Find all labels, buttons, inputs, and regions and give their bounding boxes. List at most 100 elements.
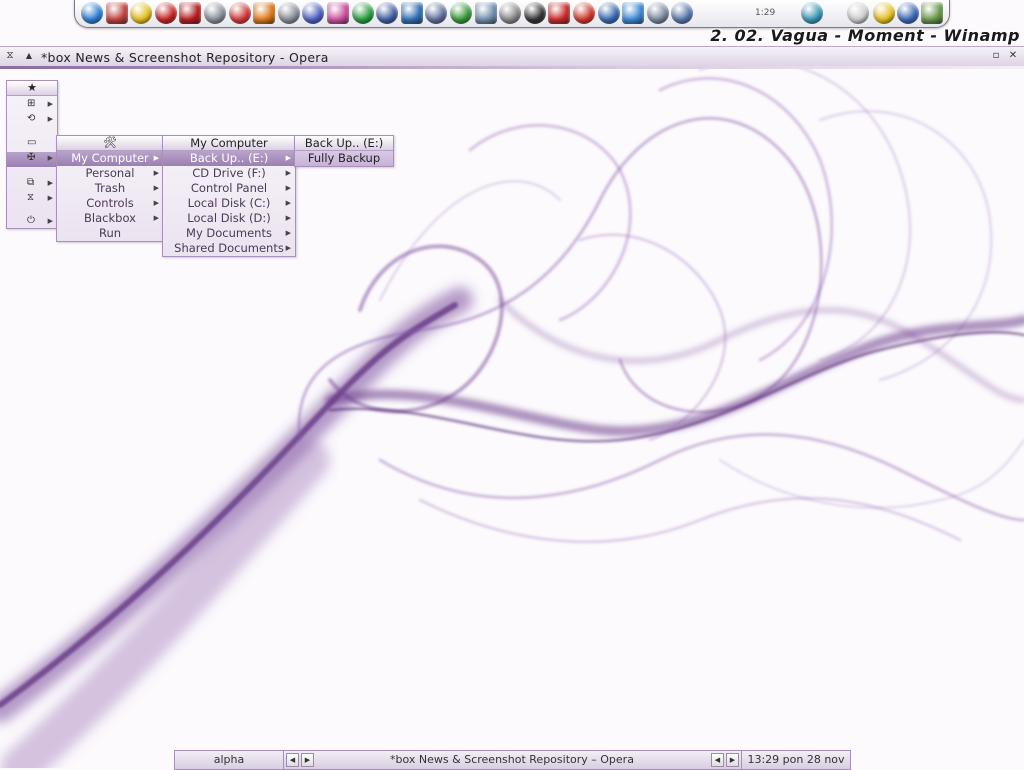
menu-item-label: My Documents [186,226,272,240]
globe-icon[interactable] [597,2,620,24]
tools-menu-icon: ✠ [27,152,36,163]
calendar-icon[interactable] [105,2,128,24]
shape-icon[interactable] [228,2,251,24]
submenu-arrow-icon: ▶ [285,154,291,162]
shade-button[interactable]: ▲ [22,49,36,63]
submenu-arrow-icon: ▶ [285,244,291,252]
maximize-button[interactable]: ▫ [989,49,1003,63]
submenu-arrow-icon: ▶ [47,194,53,202]
menu-item-label: CD Drive (F:) [192,166,266,180]
menu-computer-item[interactable]: Back Up.. (E:) ▶ [163,151,295,166]
windows-icon: ⧉ [27,177,35,188]
menu-tools-item[interactable]: Blackbox ▶ [57,211,163,226]
record-icon[interactable] [179,2,202,24]
next-window-button[interactable]: ▶ [726,753,739,767]
root-menu-item[interactable]: ✠ ▶ [7,152,57,167]
globe2-icon[interactable] [897,2,919,24]
menu-tools-item[interactable]: Run [57,226,163,241]
root-menu-item[interactable]: ⏻ ▶ [7,215,57,230]
antivirus-icon[interactable] [573,2,595,24]
menu-item-label: Shared Documents [174,241,284,255]
monitor-icon[interactable] [376,2,399,24]
disc-icon[interactable] [523,2,546,24]
winamp-now-playing[interactable]: 2. 02. Vagua - Moment - Winamp [710,27,1020,45]
network-icon[interactable] [671,2,694,24]
shield-icon[interactable] [548,2,571,24]
opera-icon[interactable] [81,2,103,24]
menu-item-label: Local Disk (C:) [187,196,271,210]
menu-computer-item[interactable]: Control Panel ▶ [163,181,295,196]
my-computer-menu-title: My Computer [163,136,295,151]
submenu-arrow-icon: ▶ [153,154,159,162]
menu-computer-item[interactable]: Shared Documents ▶ [163,241,295,256]
notes-icon[interactable] [302,2,325,24]
pen-icon[interactable] [277,2,300,24]
submenu-arrow-icon: ▶ [153,169,159,177]
root-menu-item[interactable]: ⧖ ▶ [7,192,57,207]
menu-item-label: Control Panel [190,181,268,195]
menu-computer-item[interactable]: Local Disk (D:) ▶ [163,211,295,226]
backup-menu-title: Back Up.. (E:) [295,136,393,151]
menu-item-label: Local Disk (D:) [187,211,271,225]
taskbar-clock: 13:29 pon 28 nov [747,753,845,766]
grid-icon: ⊞ [27,98,36,109]
power-icon: ⏻ [27,215,35,226]
menu-backup-item[interactable]: Fully Backup [295,151,393,166]
hourglass-icon: ⧖ [27,192,35,203]
palette-icon[interactable] [327,2,349,24]
submenu-arrow-icon: ▶ [153,184,159,192]
app-dock: 1:29 [74,0,950,28]
workspace-label[interactable]: alpha [175,751,283,769]
menu-computer-item[interactable]: My Documents ▶ [163,226,295,241]
submenu-arrow-icon: ▶ [285,199,291,207]
menu-item-label: Personal [85,166,135,180]
lightning2-icon[interactable] [873,2,895,24]
root-menu-item[interactable]: ▭ [7,137,57,152]
tools-icon[interactable] [204,2,226,24]
root-menu-item[interactable]: ⟲ ▶ [7,113,57,128]
window-title: *box News & Screenshot Repository - Oper… [41,50,329,65]
hammer-icon[interactable] [425,2,448,24]
opera-titlebar[interactable]: ⧖ ▲ *box News & Screenshot Repository - … [0,46,1024,68]
submenu-arrow-icon: ▶ [47,179,53,187]
lightning-icon[interactable] [130,2,153,24]
gear-icon[interactable] [450,2,472,24]
backup-menu: Back Up.. (E:) Fully Backup [294,135,394,167]
close-button[interactable]: ✕ [1006,49,1020,63]
menu-tools-item[interactable]: Personal ▶ [57,166,163,181]
hourglass-icon[interactable]: ⧖ [3,49,17,63]
settings-icon[interactable] [499,2,522,24]
menu-tools-item[interactable]: My Computer ▶ [57,151,163,166]
menu-item-label: Fully Backup [307,151,381,165]
root-menu: ★ ⊞ ▶ ⟲ ▶ ▭ ✠ ▶ ⧉ ▶ ⧖ ▶ ⏻ ▶ [6,80,58,229]
browser-icon[interactable] [622,2,645,24]
menu-item-label: Back Up.. (E:) [189,151,269,165]
menu-tools-item[interactable]: Controls ▶ [57,196,163,211]
menu-computer-item[interactable]: Local Disk (C:) ▶ [163,196,295,211]
menu-computer-item[interactable]: CD Drive (F:) ▶ [163,166,295,181]
sphere-icon[interactable] [801,2,823,24]
zone-icon[interactable] [154,2,177,24]
refresh-icon: ⟲ [27,113,36,124]
flower-icon[interactable] [847,2,869,24]
taskbar-task-opera[interactable]: *box News & Screenshot Repository – Oper… [315,751,709,769]
play-icon[interactable] [351,2,374,24]
menu-tools-item[interactable]: Trash ▶ [57,181,163,196]
firefox-icon[interactable] [253,2,276,24]
prev-workspace-button[interactable]: ◀ [286,753,299,767]
submenu-arrow-icon: ▶ [153,214,159,222]
graphics-icon[interactable] [400,2,423,24]
window-icon[interactable] [921,2,943,24]
submenu-arrow-icon: ▶ [47,115,53,123]
wrench-icon[interactable] [474,2,497,24]
smoke-wallpaper [0,0,1024,768]
root-menu-item[interactable]: ⊞ ▶ [7,98,57,113]
dock-clock: 1:29 [755,8,776,18]
taskbar: alpha ◀ ▶ *box News & Screenshot Reposit… [174,750,851,770]
root-menu-item[interactable]: ⧉ ▶ [7,177,57,192]
tools-menu: 🛠 My Computer ▶ Personal ▶ Trash ▶ Controls ▶ Bl… [56,135,164,242]
prev-window-button[interactable]: ◀ [711,753,724,767]
taskbar-separator [283,751,284,769]
next-workspace-button[interactable]: ▶ [301,753,314,767]
tools2-icon[interactable] [646,2,669,24]
